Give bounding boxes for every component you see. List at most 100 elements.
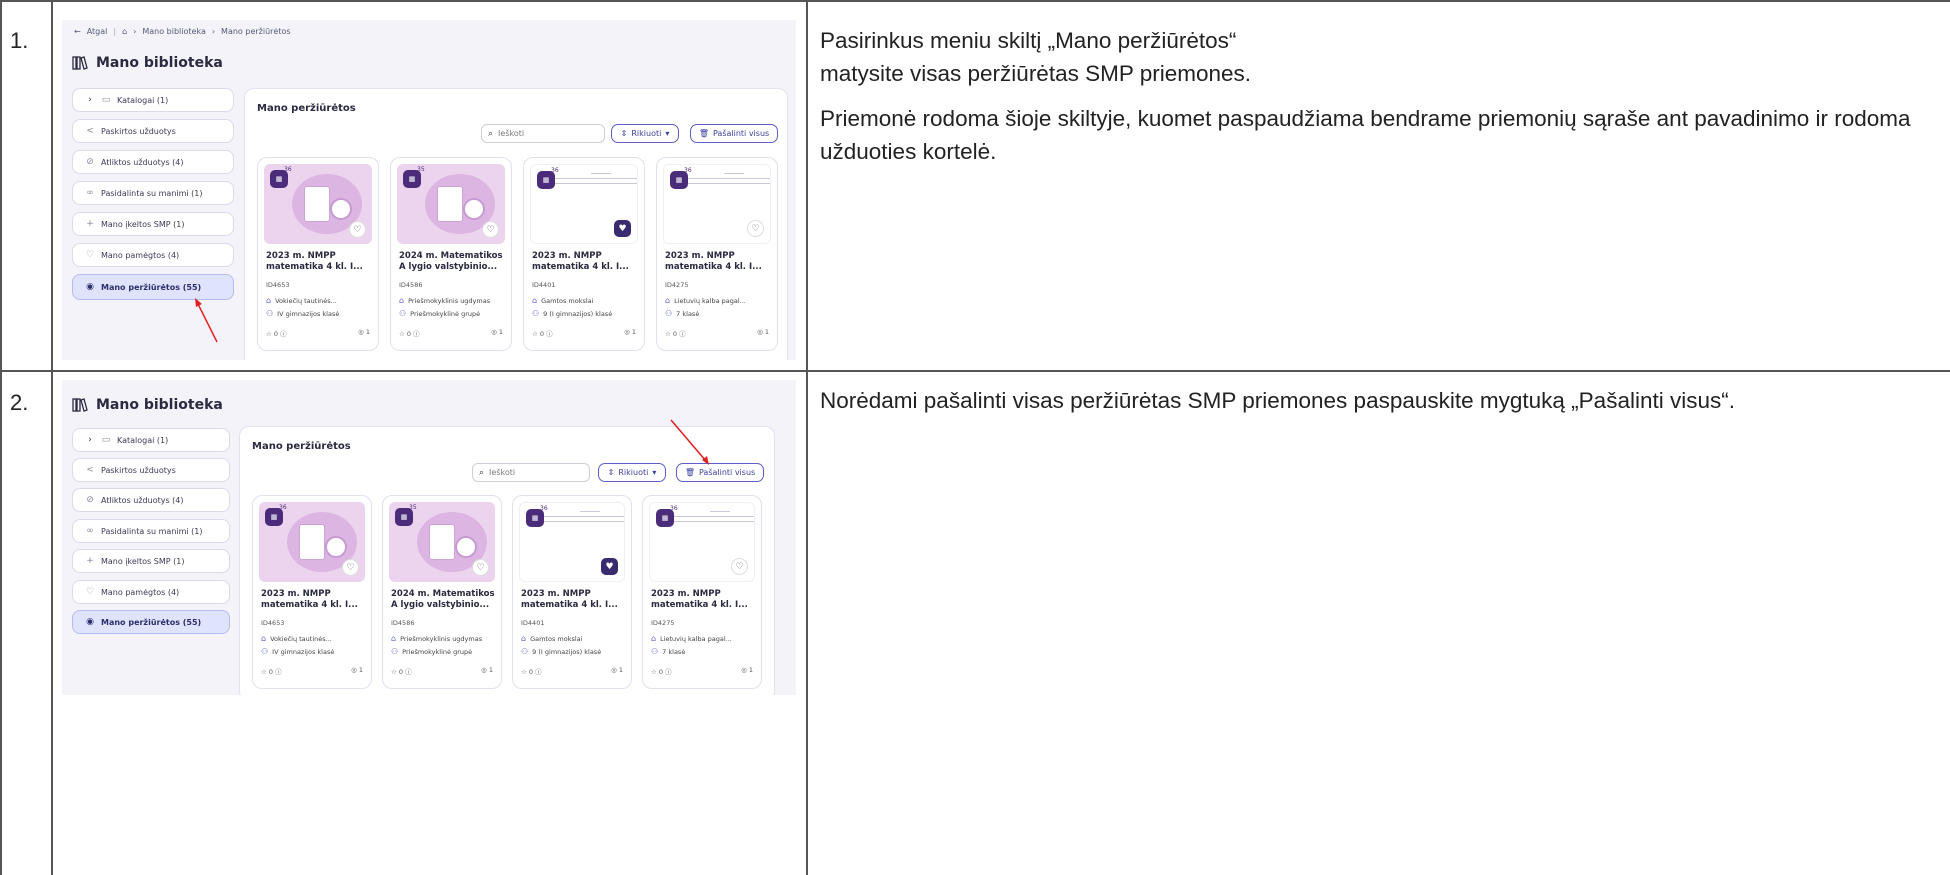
heart-icon[interactable]: ♡ (482, 221, 499, 238)
breadcrumb-divider: | (113, 27, 117, 36)
sidebar-item-shared[interactable]: ∞ Pasidalinta su manimi (1) (72, 181, 234, 205)
card-id: ID4653 (261, 619, 285, 627)
resource-card[interactable]: ▦ 36 ♡ 2023 m. NMPP matematika 4 kl. I... ID… (642, 495, 762, 689)
card-thumbnail[interactable]: ▦ 36 ♡ (649, 502, 755, 582)
heart-icon[interactable]: ♡ (747, 220, 764, 237)
screenshot-1: ← Atgal | ⌂ › Mano biblioteka › Mano per… (62, 20, 796, 360)
text-line-placeholder (530, 516, 624, 517)
rating-value: 0 (528, 668, 534, 676)
check-circle-icon: ⊘ (86, 157, 94, 167)
sidebar-label: Paskirtos užduotys (101, 126, 176, 136)
chevron-right-icon: › (211, 27, 216, 36)
heart-icon[interactable]: ♥ (614, 220, 631, 237)
people-icon: ⚇ (261, 647, 269, 656)
card-footer: ☆ 0 ⓘ ◎ 1 (391, 666, 493, 676)
resource-card[interactable]: ▦ 36 ♡ 2023 m. NMPP matematika 4 kl. I... ID… (257, 157, 379, 351)
resource-card[interactable]: ▦ 36 ♡ 2023 m. NMPP matematika 4 kl. I... ID… (656, 157, 778, 351)
resource-card[interactable]: ▦ 35 ♡ 2024 m. Matematikos A lygio valstybi… (382, 495, 502, 689)
heart-icon[interactable]: ♡ (731, 558, 748, 575)
card-grade: ⚇ IV gimnazijos klasė (261, 647, 334, 656)
card-title[interactable]: 2023 m. NMPP matematika 4 kl. I... (521, 589, 627, 611)
sidebar-item-liked[interactable]: ♡ Mano pamėgtos (4) (72, 580, 230, 604)
views: ◎ 1 (481, 666, 493, 676)
clipboard-illustration (429, 524, 455, 560)
sidebar-item-uploaded[interactable]: + Mano įkeltos SMP (1) (72, 549, 230, 573)
card-id: ID4401 (521, 619, 545, 627)
chevron-right-icon: › (88, 435, 92, 445)
card-badge-number: 36 (540, 505, 548, 512)
views: ◎ 1 (611, 666, 623, 676)
check-circle-icon: ⊘ (86, 495, 94, 505)
resource-card[interactable]: ▦ 36 ♥ 2023 m. NMPP matematika 4 kl. I... ID… (523, 157, 645, 351)
sidebar-label: Katalogai (1) (117, 95, 169, 105)
resource-card[interactable]: ▦ 36 ♥ 2023 m. NMPP matematika 4 kl. I... ID… (512, 495, 632, 689)
sidebar-item-catalogs[interactable]: › ▭ Katalogai (1) (72, 88, 234, 112)
card-thumbnail[interactable]: ▦ 36 ♥ (530, 164, 638, 244)
card-thumbnail[interactable]: ▦ 36 ♡ (259, 502, 365, 582)
sidebar-item-assigned[interactable]: < Paskirtos užduotys (72, 458, 230, 482)
card-thumbnail[interactable]: ▦ 36 ♥ (519, 502, 625, 582)
sidebar-item-completed[interactable]: ⊘ Atliktos užduotys (4) (72, 150, 234, 174)
rating-value: 0 (658, 668, 664, 676)
card-title[interactable]: 2023 m. NMPP matematika 4 kl. I... (665, 251, 773, 273)
card-title[interactable]: 2023 m. NMPP matematika 4 kl. I... (266, 251, 374, 273)
card-thumbnail[interactable]: ▦ 36 ♡ (264, 164, 372, 244)
card-footer: ☆ 0 ⓘ ◎ 1 (665, 328, 769, 338)
card-badge-number: 36 (284, 166, 292, 173)
card-title[interactable]: 2023 m. NMPP matematika 4 kl. I... (261, 589, 367, 611)
eye-icon: ◎ (351, 666, 357, 674)
sidebar-item-completed[interactable]: ⊘ Atliktos užduotys (4) (72, 488, 230, 512)
resource-card[interactable]: ▦ 35 ♡ 2024 m. Matematikos A lygio valstybi… (390, 157, 512, 351)
sidebar-item-shared[interactable]: ∞ Pasidalinta su manimi (1) (72, 519, 230, 543)
grade-text: 7 klasė (676, 309, 700, 318)
back-link[interactable]: Atgal (87, 27, 108, 36)
text-line-placeholder (530, 521, 624, 522)
card-footer: ☆ 0 ⓘ ◎ 1 (521, 666, 623, 676)
card-thumbnail[interactable]: ▦ 36 ♡ (663, 164, 771, 244)
heart-icon[interactable]: ♡ (472, 559, 489, 576)
card-badge-number: 36 (551, 167, 559, 174)
sidebar-item-assigned[interactable]: < Paskirtos užduotys (72, 119, 234, 143)
card-title[interactable]: 2024 m. Matematikos A lygio valstybinio.… (399, 251, 507, 273)
card-title[interactable]: 2024 m. Matematikos A lygio valstybinio.… (391, 589, 497, 611)
sidebar-item-liked[interactable]: ♡ Mano pamėgtos (4) (72, 243, 234, 267)
sidebar-item-catalogs[interactable]: › ▭ Katalogai (1) (72, 428, 230, 452)
home-icon[interactable]: ⌂ (122, 27, 127, 36)
grade-text: Priešmokyklinė grupė (410, 309, 481, 318)
row-2-description: Norėdami pašalinti visas peržiūrėtas SMP… (820, 384, 1945, 429)
sidebar-item-viewed[interactable]: ◉ Mano peržiūrėtos (55) (72, 610, 230, 634)
card-thumbnail[interactable]: ▦ 35 ♡ (389, 502, 495, 582)
clipboard-illustration (437, 186, 463, 222)
text-line-placeholder (541, 178, 637, 179)
heart-icon[interactable]: ♡ (342, 559, 359, 576)
heart-icon[interactable]: ♡ (349, 221, 366, 238)
share-icon: < (86, 126, 94, 136)
text-line-placeholder (710, 511, 730, 512)
card-title[interactable]: 2023 m. NMPP matematika 4 kl. I... (532, 251, 640, 273)
text-line-placeholder (674, 183, 770, 184)
table-border-left (0, 0, 2, 875)
card-subject: ⌂ Gamtos mokslai (521, 634, 582, 643)
rating-value: 0 (268, 668, 274, 676)
rating: ☆ 0 ⓘ (532, 328, 553, 338)
subject-text: Lietuvių kalba pagal... (660, 634, 732, 643)
text-line-placeholder (724, 173, 744, 174)
star-icon: ☆ (261, 668, 267, 676)
heart-icon[interactable]: ♥ (601, 558, 618, 575)
card-thumbnail[interactable]: ▦ 35 ♡ (397, 164, 505, 244)
card-title[interactable]: 2023 m. NMPP matematika 4 kl. I... (651, 589, 757, 611)
sidebar-label: Mano pamėgtos (4) (101, 250, 180, 260)
back-arrow-icon[interactable]: ← (74, 27, 81, 36)
card-badge-number: 35 (409, 504, 417, 511)
page-title: Mano biblioteka (72, 55, 223, 71)
heart-icon: ♡ (85, 587, 95, 597)
plus-icon: + (86, 556, 94, 566)
clock-illustration (463, 198, 485, 220)
views-value: 1 (498, 328, 503, 336)
card-id: ID4275 (651, 619, 675, 627)
resource-card[interactable]: ▦ 36 ♡ 2023 m. NMPP matematika 4 kl. I... ID… (252, 495, 372, 689)
breadcrumb-library[interactable]: Mano biblioteka (142, 27, 205, 36)
info-icon: ⓘ (413, 330, 420, 338)
row-number-1: 1. (10, 28, 29, 53)
sidebar-item-uploaded[interactable]: + Mano įkeltos SMP (1) (72, 212, 234, 236)
